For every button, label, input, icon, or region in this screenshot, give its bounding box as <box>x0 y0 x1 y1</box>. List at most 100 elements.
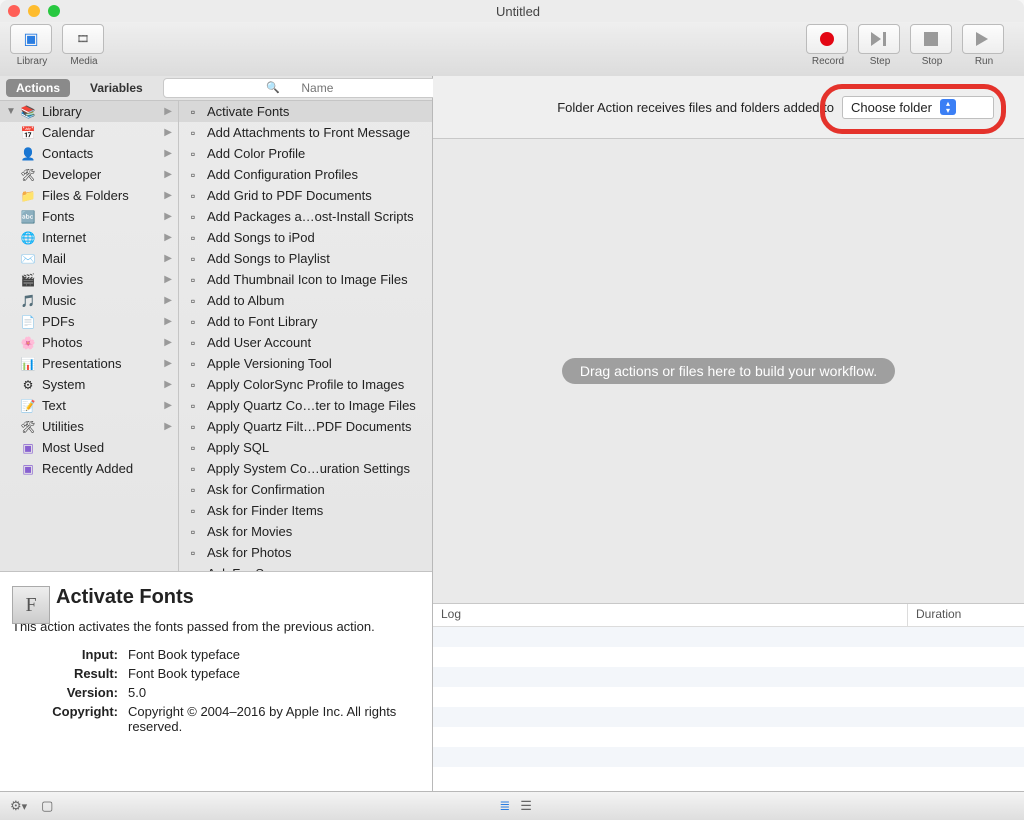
library-item[interactable]: ⚙︎System▶ <box>0 374 178 395</box>
action-item[interactable]: ▫︎Add Thumbnail Icon to Image Files <box>179 269 432 290</box>
media-icon: 🎞 <box>77 34 90 45</box>
action-icon: ▫︎ <box>185 125 201 141</box>
tab-actions[interactable]: Actions <box>6 79 70 97</box>
action-item[interactable]: ▫︎Activate Fonts <box>179 101 432 122</box>
close-button[interactable] <box>8 5 20 17</box>
view-list-icon[interactable]: ≣ <box>499 798 510 814</box>
action-item[interactable]: ▫︎Ask for Photos <box>179 542 432 563</box>
action-icon: ▫︎ <box>185 293 201 309</box>
choose-folder-popup[interactable]: Choose folder ▴▾ <box>842 96 994 119</box>
library-item[interactable]: ✉️Mail▶ <box>0 248 178 269</box>
library-item[interactable]: 👤Contacts▶ <box>0 143 178 164</box>
record-icon <box>820 32 834 46</box>
chevron-right-icon: ▶ <box>164 232 172 243</box>
action-item[interactable]: ▫︎Add to Font Library <box>179 311 432 332</box>
minimize-button[interactable] <box>28 5 40 17</box>
zoom-button[interactable] <box>48 5 60 17</box>
search-icon: 🔍 <box>266 81 280 94</box>
action-item[interactable]: ▫︎Add Configuration Profiles <box>179 164 432 185</box>
library-item[interactable]: 🎬Movies▶ <box>0 269 178 290</box>
action-item[interactable]: ▫︎Add Color Profile <box>179 143 432 164</box>
action-icon: ▫︎ <box>185 230 201 246</box>
action-item[interactable]: ▫︎Add to Album <box>179 290 432 311</box>
tab-variables[interactable]: Variables <box>80 79 153 97</box>
category-icon: ✉️ <box>20 251 36 267</box>
library-item[interactable]: 📝Text▶ <box>0 395 178 416</box>
category-icon: ⚙︎ <box>20 377 36 393</box>
library-item[interactable]: 🌸Photos▶ <box>0 332 178 353</box>
action-icon: ▫︎ <box>185 251 201 267</box>
record-button[interactable]: Record <box>806 24 850 67</box>
action-item[interactable]: ▫︎Add Grid to PDF Documents <box>179 185 432 206</box>
chevron-right-icon: ▶ <box>164 274 172 285</box>
action-item[interactable]: ▫︎Ask for Confirmation <box>179 479 432 500</box>
library-item[interactable]: 🔤Fonts▶ <box>0 206 178 227</box>
workflow-canvas[interactable]: Drag actions or files here to build your… <box>433 139 1024 603</box>
category-icon: 🔤 <box>20 209 36 225</box>
search-input[interactable] <box>163 78 456 98</box>
chevron-right-icon: ▶ <box>164 106 172 117</box>
view-flow-icon[interactable]: ☰ <box>520 798 532 814</box>
action-icon: ▫︎ <box>185 524 201 540</box>
library-item[interactable]: 📄PDFs▶ <box>0 311 178 332</box>
log-column-duration[interactable]: Duration <box>907 604 1024 626</box>
action-item[interactable]: ▫︎Add Songs to iPod <box>179 227 432 248</box>
category-icon: 📁 <box>20 188 36 204</box>
library-item[interactable]: 📊Presentations▶ <box>0 353 178 374</box>
stop-button[interactable]: Stop <box>910 24 954 67</box>
library-smart-item[interactable]: ▣Most Used <box>0 437 178 458</box>
action-item[interactable]: ▫︎Ask for Movies <box>179 521 432 542</box>
library-root[interactable]: ▼ 📚 Library ▶ <box>0 101 178 122</box>
action-icon: ▫︎ <box>185 461 201 477</box>
library-item[interactable]: 🛠Utilities▶ <box>0 416 178 437</box>
action-item[interactable]: ▫︎Apply SQL <box>179 437 432 458</box>
action-icon: ▫︎ <box>185 146 201 162</box>
folder-action-label: Folder Action receives files and folders… <box>557 100 834 115</box>
library-item[interactable]: 🌐Internet▶ <box>0 227 178 248</box>
action-item[interactable]: ▫︎Apply System Co…uration Settings <box>179 458 432 479</box>
log-column-log[interactable]: Log <box>433 604 907 626</box>
smart-folder-icon: ▣ <box>20 461 36 477</box>
action-icon: ▫︎ <box>185 167 201 183</box>
action-item[interactable]: ▫︎Apply Quartz Filt…PDF Documents <box>179 416 432 437</box>
action-icon: ▫︎ <box>185 104 201 120</box>
library-category-list: ▼ 📚 Library ▶ 📅Calendar▶👤Contacts▶🛠Devel… <box>0 101 179 571</box>
info-title: Activate Fonts <box>56 586 420 609</box>
chevron-right-icon: ▶ <box>164 337 172 348</box>
action-item[interactable]: ▫︎Apply ColorSync Profile to Images <box>179 374 432 395</box>
chevron-right-icon: ▶ <box>164 148 172 159</box>
action-item[interactable]: ▫︎Add User Account <box>179 332 432 353</box>
action-item[interactable]: ▫︎Add Attachments to Front Message <box>179 122 432 143</box>
run-button[interactable]: Run <box>962 24 1006 67</box>
library-item[interactable]: 🎵Music▶ <box>0 290 178 311</box>
action-icon: ▫︎ <box>185 188 201 204</box>
action-item[interactable]: ▫︎Ask for Finder Items <box>179 500 432 521</box>
library-item[interactable]: 📁Files & Folders▶ <box>0 185 178 206</box>
action-item[interactable]: ▫︎Add Songs to Playlist <box>179 248 432 269</box>
library-item[interactable]: 📅Calendar▶ <box>0 122 178 143</box>
action-icon: ▫︎ <box>185 272 201 288</box>
category-icon: 👤 <box>20 146 36 162</box>
action-icon: ▫︎ <box>185 398 201 414</box>
category-icon: 🌸 <box>20 335 36 351</box>
log-panel: Log Duration <box>433 603 1024 792</box>
action-info-panel: F Activate Fonts This action activates t… <box>0 571 432 792</box>
library-item[interactable]: 🛠Developer▶ <box>0 164 178 185</box>
action-item[interactable]: ▫︎Apply Quartz Co…ter to Image Files <box>179 395 432 416</box>
library-toolbar-button[interactable]: ▣ Library <box>10 24 54 67</box>
action-item[interactable]: ▫︎Apple Versioning Tool <box>179 353 432 374</box>
category-icon: 📄 <box>20 314 36 330</box>
step-button[interactable]: Step <box>858 24 902 67</box>
popup-arrows-icon: ▴▾ <box>940 99 956 115</box>
toggle-info-icon[interactable]: ▢ <box>41 798 53 814</box>
category-icon: 📊 <box>20 356 36 372</box>
action-icon: ▫︎ <box>185 356 201 372</box>
action-icon: ▫︎ <box>185 209 201 225</box>
media-toolbar-button[interactable]: 🎞 Media <box>62 24 106 67</box>
action-item[interactable]: ▫︎Ask For Servers <box>179 563 432 571</box>
library-smart-item[interactable]: ▣Recently Added <box>0 458 178 479</box>
options-gear-icon[interactable]: ⚙︎▾ <box>10 798 27 814</box>
action-item[interactable]: ▫︎Add Packages a…ost-Install Scripts <box>179 206 432 227</box>
chevron-right-icon: ▶ <box>164 358 172 369</box>
disclosure-triangle-icon[interactable]: ▼ <box>6 106 14 117</box>
